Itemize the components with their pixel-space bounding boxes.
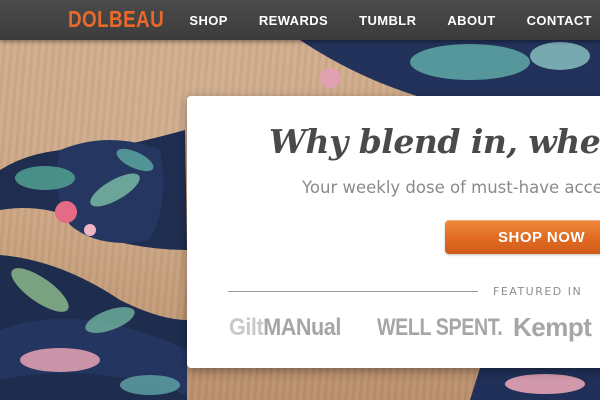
nav-about[interactable]: ABOUT — [447, 13, 495, 28]
dolbeau-logo[interactable]: DOLBEAU — [68, 6, 164, 33]
hero-card: Why blend in, when you Your weekly dose … — [187, 96, 600, 368]
hero-headline: Why blend in, when you — [269, 122, 600, 161]
nav-contact[interactable]: CONTACT — [527, 13, 592, 28]
top-navbar: DOLBEAU SHOP REWARDS TUMBLR ABOUT CONTAC… — [0, 0, 600, 40]
main-nav: SHOP REWARDS TUMBLR ABOUT CONTACT — [158, 0, 592, 40]
gilt-logo-part: Gilt — [229, 314, 264, 341]
shop-now-button[interactable]: SHOP NOW — [445, 220, 600, 254]
featured-in-label: FEATURED IN — [493, 285, 583, 298]
nav-shop[interactable]: SHOP — [189, 13, 227, 28]
manual-logo-part: MANual — [263, 314, 341, 341]
hero-subhead: Your weekly dose of must-have acce — [302, 178, 600, 197]
gilt-manual-logo[interactable]: GiltMANual — [229, 314, 341, 342]
nav-rewards[interactable]: REWARDS — [259, 13, 328, 28]
kempt-logo[interactable]: Kempt — [513, 312, 592, 343]
featured-divider — [228, 291, 478, 292]
well-spent-logo[interactable]: WELL SPENT. — [377, 314, 503, 342]
nav-tumblr[interactable]: TUMBLR — [359, 13, 416, 28]
